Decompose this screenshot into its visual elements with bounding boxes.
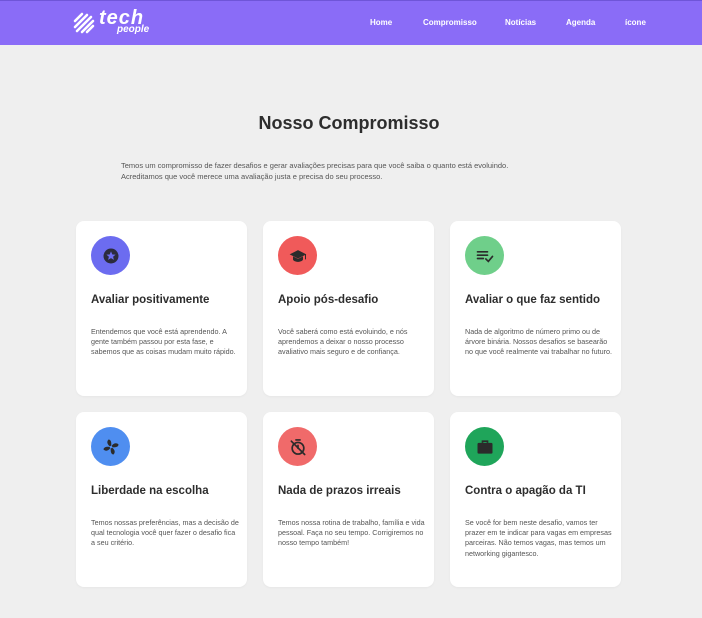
card-icon-circle [91,236,130,275]
intro-line-1: Temos um compromisso de fazer desafios e… [121,161,509,170]
card-text: Temos nossa rotina de trabalho, família … [278,518,425,548]
page-title: Nosso Compromisso [258,113,440,133]
card-text: Você saberá como está evoluindo, e nós a… [278,327,408,357]
nav-agenda[interactable]: Agenda [566,18,595,27]
card-text: Nada de algoritmo de número primo ou de … [465,327,613,357]
card-icon-circle [278,236,317,275]
checklist-icon [476,250,493,263]
nav-icone[interactable]: ícone [625,18,646,27]
card-icon-circle [91,427,130,466]
intro-text: Temos um compromisso de fazer desafios e… [121,161,591,182]
card-title: Contra o apagão da TI [465,485,586,497]
card-text: Temos nossas preferências, mas a decisão… [91,518,239,548]
card-title: Liberdade na escolha [91,485,209,497]
card-liberdade-na-escolha: Liberdade na escolha Temos nossas prefer… [76,412,247,587]
card-text: Se você for bem neste desafio, vamos ter… [465,518,612,558]
intro-line-2: Acreditamos que você merece uma avaliaçã… [121,171,383,181]
main-nav: Home Compromisso Notícias Agenda ícone [0,18,702,32]
card-text: Entendemos que você está aprendendo. A g… [91,327,236,357]
card-title: Avaliar positivamente [91,294,210,306]
briefcase-icon [477,439,492,454]
timer-off-icon [290,438,305,455]
nav-noticias[interactable]: Notícias [505,18,536,27]
star-badge-icon [103,248,118,263]
pinwheel-icon [103,439,118,454]
card-title: Apoio pós-desafio [278,294,379,306]
card-icon-circle [465,236,504,275]
card-apoio-pos-desafio: Apoio pós-desafio Você saberá como está … [263,221,434,396]
card-nada-de-prazos-irreais: Nada de prazos irreais Temos nossa rotin… [263,412,434,587]
graduation-cap-icon [289,249,306,262]
top-navbar: tech people Home Compromisso Notícias Ag… [0,0,702,45]
card-icon-circle [465,427,504,466]
card-title: Nada de prazos irreais [278,485,401,497]
card-contra-o-apagao-da-ti: Contra o apagão da TI Se você for bem ne… [450,412,621,587]
card-title: Avaliar o que faz sentido [465,294,601,306]
nav-compromisso[interactable]: Compromisso [423,18,477,27]
card-avaliar-o-que-faz-sentido: Avaliar o que faz sentido Nada de algori… [450,221,621,396]
card-icon-circle [278,427,317,466]
nav-home[interactable]: Home [370,18,392,27]
card-avaliar-positivamente: Avaliar positivamente Entendemos que voc… [76,221,247,396]
